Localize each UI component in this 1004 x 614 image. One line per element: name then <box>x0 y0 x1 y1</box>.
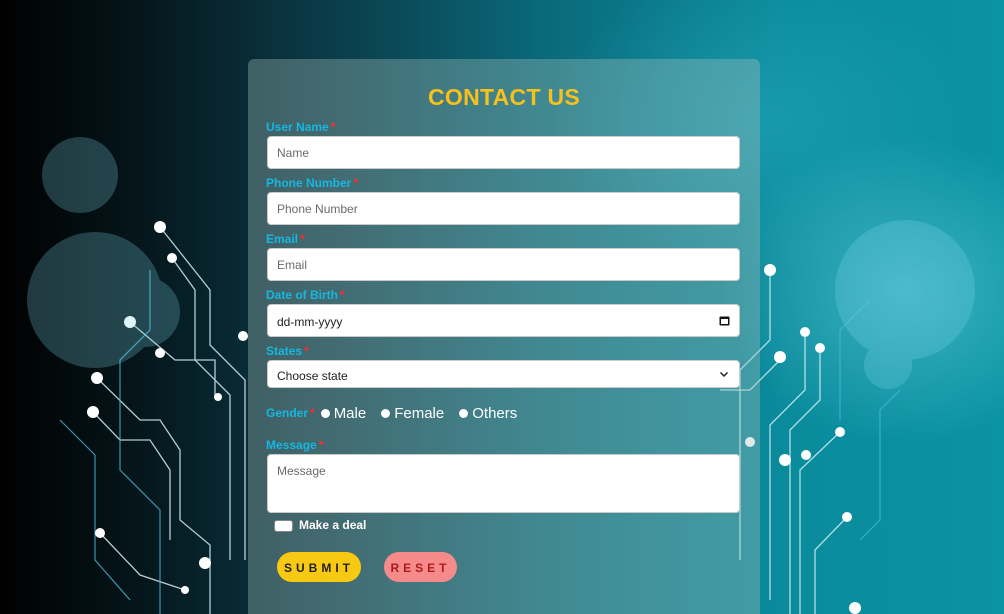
chevron-down-icon <box>719 371 729 378</box>
dob-value: dd-mm-yyyy <box>277 315 343 329</box>
gender-option-female: Female <box>394 404 445 422</box>
calendar-icon[interactable] <box>719 315 730 326</box>
phone-label: Phone Number * <box>266 176 359 190</box>
required-mark: * <box>330 120 336 134</box>
required-mark: * <box>353 176 359 190</box>
required-mark: * <box>318 438 324 452</box>
required-mark: * <box>310 406 315 420</box>
required-mark: * <box>340 288 345 302</box>
form-title: CONTACT US <box>427 84 581 110</box>
states-selected-value: Choose state <box>277 369 348 383</box>
submit-button[interactable]: SUBMIT <box>277 552 361 582</box>
gender-option-male: Male <box>333 404 367 422</box>
gender-radio-female[interactable] <box>381 408 391 418</box>
dob-label: Date of Birth * <box>266 288 345 302</box>
dob-input[interactable]: dd-mm-yyyy <box>267 304 740 337</box>
gender-group: Gender * Male Female Others <box>266 404 526 422</box>
make-deal-checkbox[interactable] <box>274 520 293 532</box>
message-textarea[interactable] <box>267 454 740 513</box>
required-mark: * <box>304 344 309 358</box>
contact-form-card: CONTACT US User Name* Phone Number* Emai… <box>248 59 760 614</box>
reset-button[interactable]: RESET <box>384 552 457 582</box>
email-input[interactable] <box>267 248 740 281</box>
make-deal-label: Make a deal <box>299 518 367 532</box>
email-label: Email * <box>266 232 305 246</box>
gender-label: Gender * <box>266 406 315 420</box>
states-select[interactable]: Choose state <box>267 360 740 388</box>
required-mark: * <box>300 232 305 246</box>
states-label: States * <box>266 344 309 358</box>
phone-input[interactable] <box>267 192 740 225</box>
username-label: User Name * <box>266 120 336 134</box>
gender-option-others: Others <box>472 404 518 422</box>
gender-radio-others[interactable] <box>459 408 469 418</box>
username-input[interactable] <box>267 136 740 169</box>
message-label: Message * <box>266 438 324 452</box>
gender-radio-male[interactable] <box>320 408 330 418</box>
